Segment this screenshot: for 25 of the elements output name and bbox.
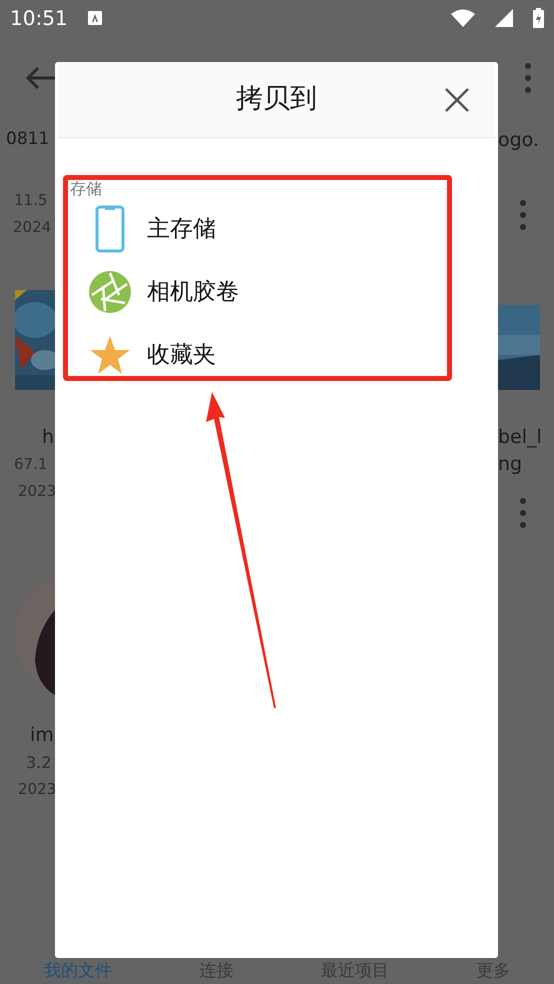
phone-icon <box>95 205 125 253</box>
file-name: ogo. <box>498 128 540 153</box>
storage-item[interactable]: 主存储 <box>68 197 447 261</box>
status-time: 10:51 <box>10 5 68 32</box>
keyboard-icon <box>88 11 102 25</box>
storage-item[interactable]: 收藏夹 <box>68 323 447 376</box>
back-arrow-icon[interactable] <box>26 66 55 90</box>
file-name: bel_l <box>498 424 542 450</box>
more-icon[interactable] <box>525 63 531 93</box>
more-icon[interactable] <box>520 498 526 528</box>
file-name: ng <box>498 452 522 478</box>
file-name: im <box>30 722 54 748</box>
battery-icon <box>533 8 544 28</box>
close-icon <box>444 87 470 113</box>
star-icon <box>89 335 131 375</box>
wifi-icon <box>451 9 475 27</box>
section-label: 存储 <box>69 180 103 198</box>
nav-tab[interactable]: 我的文件 <box>44 961 112 981</box>
storage-item[interactable]: 相机胶卷 <box>68 260 447 324</box>
file-name: h <box>42 424 54 450</box>
signal-icon <box>495 9 513 27</box>
dialog-title: 拷贝到 <box>236 82 317 116</box>
close-button[interactable] <box>443 86 471 114</box>
file-name: 0811 <box>6 128 50 152</box>
more-icon[interactable] <box>520 200 526 230</box>
